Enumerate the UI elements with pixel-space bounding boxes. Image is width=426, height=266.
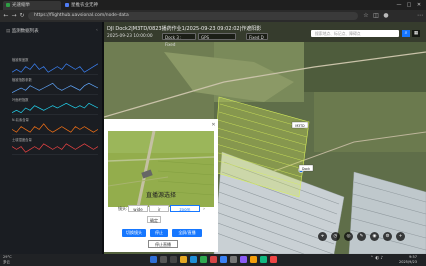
file-explorer-icon[interactable] xyxy=(180,256,187,263)
mission-title: DJI Dock2|M3TD/0823播药作业1/2025-09-23 09:0… xyxy=(107,26,262,32)
map-search-input[interactable]: 搜索地点、标记点、障碍点 xyxy=(311,30,399,37)
sparkline-chart-2 xyxy=(12,82,98,95)
wechat-icon[interactable] xyxy=(200,256,207,263)
app-icon-red[interactable] xyxy=(210,256,217,263)
dropdown-arrow-icon[interactable]: › xyxy=(201,205,207,212)
map-layers-icon[interactable]: ▦ xyxy=(412,30,420,37)
bookmark-icon[interactable]: ☆ xyxy=(362,12,370,20)
sparkline-series xyxy=(12,102,98,114)
mission-timestamp: 2025-09-23 10:00:00 xyxy=(107,34,153,39)
tab-favicon-icon xyxy=(65,2,69,7)
map-tool-layer-icon[interactable]: ◉ xyxy=(370,232,379,241)
drone-marker-label[interactable]: M3TD xyxy=(292,123,308,129)
edge-icon[interactable] xyxy=(190,256,197,263)
maximize-button[interactable]: □ xyxy=(404,0,414,10)
sparkline-chart-5 xyxy=(12,143,98,155)
app-icon-gray[interactable] xyxy=(230,256,237,263)
source-option-wide[interactable]: wide xyxy=(128,205,148,212)
dialog-close-icon[interactable]: ✕ xyxy=(210,122,217,129)
map-tool-draw-icon[interactable]: ✎ xyxy=(357,232,366,241)
source-label: 镜头: xyxy=(118,206,128,211)
map-tool-pin-icon[interactable]: ⌖ xyxy=(318,232,327,241)
map-tool-locate-icon[interactable]: ◎ xyxy=(344,232,353,241)
tab-favicon-icon xyxy=(6,2,10,7)
app-icon-red-2[interactable] xyxy=(270,256,277,263)
stop-button[interactable]: 停止 xyxy=(150,229,168,237)
app-icon-blue[interactable] xyxy=(220,256,227,263)
weather-widget[interactable]: 29°C 多云 xyxy=(3,255,12,265)
dock-marker-label[interactable]: Dock xyxy=(299,166,313,172)
gps-status-pill[interactable]: GPS xyxy=(198,33,236,40)
reload-icon[interactable]: ↻ xyxy=(18,12,26,20)
app-icon-green[interactable] xyxy=(260,256,267,263)
switch-lens-button[interactable]: 切换镜头 xyxy=(122,229,146,237)
confirm-button[interactable]: 确定 xyxy=(147,216,161,223)
minimize-button[interactable]: — xyxy=(394,0,404,10)
system-clock[interactable]: 9:57 2025/9/23 xyxy=(399,255,417,265)
sparkline-chart-4 xyxy=(12,123,98,135)
search-icon[interactable] xyxy=(160,256,167,263)
map-search-icon[interactable]: ⌕ xyxy=(402,30,410,37)
profile-icon[interactable]: ● xyxy=(382,12,390,20)
close-window-button[interactable]: ✕ xyxy=(414,0,424,10)
collapse-sidebar-icon[interactable]: ‹ xyxy=(96,28,98,33)
browser-tab-1[interactable]: 光速缩举 xyxy=(3,1,61,10)
sparkline-series xyxy=(12,123,98,133)
forward-icon[interactable]: → xyxy=(10,12,18,20)
map-tool-settings-icon[interactable]: ⚙ xyxy=(383,232,392,241)
stop-live-button[interactable]: 停止直播 xyxy=(148,240,178,248)
extensions-icon[interactable]: ◫ xyxy=(372,12,380,20)
sparkline-chart-3 xyxy=(12,102,98,115)
fixed-status-pill[interactable]: Fixed D xyxy=(246,33,268,40)
map-tool-zoom-icon[interactable]: + xyxy=(396,232,405,241)
dialog-title: 直播源选择 xyxy=(145,192,176,199)
app-icon-orange[interactable] xyxy=(250,256,257,263)
tray-icons[interactable]: ⌃ ◐ ♪ xyxy=(370,256,383,261)
dock-status-pill[interactable]: Dock 3 : Fixed xyxy=(162,33,196,47)
source-option-ir[interactable]: ir xyxy=(149,205,169,212)
sidebar-title: ▤ 监测数据列表 xyxy=(6,29,39,34)
sparkline-series xyxy=(12,82,98,94)
taskview-icon[interactable] xyxy=(170,256,177,263)
app-icon-purple[interactable] xyxy=(240,256,247,263)
sparkline-series xyxy=(12,63,98,73)
sparkline-chart-1 xyxy=(12,63,98,75)
sparkline-series xyxy=(12,143,98,153)
url-input[interactable]: https://flighthub.uavsional.com/node-dat… xyxy=(28,12,358,20)
map-tool-measure-icon[interactable]: ◷ xyxy=(331,232,340,241)
start-icon[interactable] xyxy=(150,256,157,263)
source-option-selected[interactable]: zoom xyxy=(170,205,200,212)
fullscreen-button[interactable]: 全屏/直播 xyxy=(172,229,202,237)
browser-tab-2[interactable]: 星推农业无神 xyxy=(62,1,120,10)
back-icon[interactable]: ← xyxy=(2,12,10,20)
menu-icon[interactable]: ⋯ xyxy=(416,12,424,20)
